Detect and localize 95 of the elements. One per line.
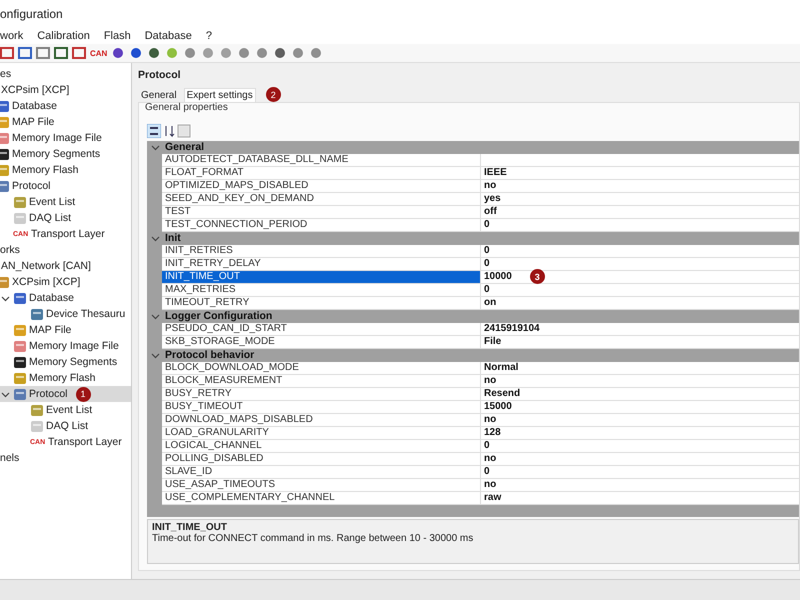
property-name[interactable]: LOAD_GRANULARITY bbox=[162, 426, 481, 440]
tree-item[interactable]: Transport Layer bbox=[48, 436, 122, 448]
chevron-icon[interactable] bbox=[1, 390, 10, 398]
chevron-icon[interactable] bbox=[1, 294, 10, 302]
property-name[interactable]: SKB_STORAGE_MODE bbox=[162, 336, 481, 349]
node-icon bbox=[13, 388, 27, 400]
tree-item[interactable]: Database bbox=[12, 100, 57, 112]
tree-item[interactable]: Event List bbox=[46, 404, 92, 416]
tree-item[interactable]: Database bbox=[29, 292, 74, 304]
property-name[interactable]: BUSY_RETRY bbox=[162, 388, 481, 401]
tree-item[interactable]: es bbox=[0, 68, 12, 80]
tree-item[interactable]: MAP File bbox=[12, 116, 54, 128]
property-name[interactable]: SLAVE_ID bbox=[162, 466, 481, 479]
menu-item[interactable]: ? bbox=[206, 30, 212, 42]
property-name[interactable]: INIT_RETRY_DELAY bbox=[162, 258, 481, 271]
property-name[interactable]: POLLING_DISABLED bbox=[162, 452, 481, 466]
tree-item[interactable]: Memory Flash bbox=[29, 372, 96, 384]
sort-icon[interactable] bbox=[163, 124, 175, 138]
step-badge: 2 bbox=[266, 87, 281, 102]
tree-item[interactable]: MAP File bbox=[29, 324, 72, 336]
tree-item[interactable]: Transport Layer bbox=[31, 228, 105, 240]
property-name[interactable]: LOGICAL_CHANNEL bbox=[162, 440, 481, 453]
property-name[interactable]: BLOCK_DOWNLOAD_MODE bbox=[162, 362, 481, 375]
property-name[interactable]: TIMEOUT_RETRY bbox=[162, 296, 481, 310]
toolbar-icon[interactable] bbox=[129, 47, 144, 59]
category-header[interactable]: Init bbox=[165, 232, 181, 244]
tree-item[interactable]: Event List bbox=[29, 196, 76, 208]
category-header[interactable]: Logger Configuration bbox=[165, 310, 272, 322]
tree-item[interactable]: AN_Network [CAN] bbox=[1, 260, 91, 272]
tree-item[interactable]: orks bbox=[0, 244, 20, 256]
property-name[interactable]: USE_COMPLEMENTARY_CHANNEL bbox=[162, 492, 481, 505]
property-name[interactable]: OPTIMIZED_MAPS_DISABLED bbox=[162, 180, 481, 193]
tree-item[interactable]: XCPsim [XCP] bbox=[12, 276, 80, 288]
property-name[interactable]: SEED_AND_KEY_ON_DEMAND bbox=[162, 192, 481, 206]
property-name[interactable]: AUTODETECT_DATABASE_DLL_NAME bbox=[162, 154, 481, 167]
menu-item[interactable]: Flash bbox=[104, 30, 131, 42]
property-name[interactable]: TEST_CONNECTION_PERIOD bbox=[162, 218, 481, 232]
tree-item[interactable]: Memory Segments bbox=[12, 148, 100, 160]
toolbar-icon[interactable] bbox=[273, 47, 288, 59]
description-text: Time-out for CONNECT command in ms. Range between 10 - 30000 ms bbox=[152, 532, 474, 544]
step-badge: 3 bbox=[530, 269, 545, 284]
category-header[interactable]: General bbox=[165, 141, 204, 154]
group-title: General properties bbox=[145, 102, 228, 113]
toolbar-icon[interactable] bbox=[291, 47, 306, 59]
toolbar-icon[interactable] bbox=[183, 47, 198, 59]
category-header[interactable]: Protocol behavior bbox=[165, 349, 254, 362]
tree-item[interactable]: Protocol bbox=[12, 180, 51, 192]
property-name[interactable]: BUSY_TIMEOUT bbox=[162, 400, 481, 414]
panel-title: Protocol bbox=[138, 69, 182, 81]
node-icon bbox=[30, 308, 44, 320]
description-title: INIT_TIME_OUT bbox=[152, 522, 228, 533]
tree-item[interactable]: Memory Image File bbox=[12, 132, 102, 144]
property-name[interactable]: DOWNLOAD_MAPS_DISABLED bbox=[162, 414, 481, 427]
menu-item[interactable]: work bbox=[0, 30, 24, 42]
toolbar-icon[interactable] bbox=[54, 47, 68, 59]
toolbar-icon[interactable] bbox=[237, 47, 252, 59]
menu-item[interactable]: Database bbox=[144, 30, 192, 42]
tab[interactable]: Expert settings bbox=[184, 88, 256, 102]
tree-item[interactable]: Memory Segments bbox=[29, 356, 118, 368]
property-name[interactable]: TEST bbox=[162, 206, 481, 219]
node-icon bbox=[13, 372, 27, 384]
property-name[interactable]: INIT_RETRIES bbox=[162, 244, 481, 258]
toolbar-icon[interactable] bbox=[147, 47, 162, 59]
tree-item[interactable]: Device Thesauru bbox=[46, 308, 126, 320]
property-name[interactable]: USE_ASAP_TIMEOUTS bbox=[162, 478, 481, 492]
menu-item[interactable]: Calibration bbox=[37, 30, 90, 42]
tab[interactable]: General bbox=[138, 88, 180, 102]
property-name[interactable]: MAX_RETRIES bbox=[162, 284, 481, 297]
page-icon bbox=[13, 212, 27, 224]
toolbar-icon[interactable] bbox=[72, 47, 86, 59]
tree-item[interactable]: nels bbox=[0, 452, 20, 464]
toolbar-icon[interactable] bbox=[255, 47, 270, 59]
property-name[interactable]: FLOAT_FORMAT bbox=[162, 166, 481, 180]
node-icon bbox=[13, 340, 27, 352]
toolbar-icon[interactable] bbox=[36, 47, 50, 59]
tree-item[interactable]: Memory Flash bbox=[12, 164, 79, 176]
property-name[interactable]: PSEUDO_CAN_ID_START bbox=[162, 322, 481, 336]
selected-row-highlight[interactable]: Protocol 1 bbox=[0, 386, 131, 402]
toolbar-icon[interactable] bbox=[0, 47, 14, 59]
categorized-icon[interactable] bbox=[147, 124, 161, 138]
tree-item[interactable]: Protocol bbox=[29, 388, 68, 400]
window-title: onfiguration bbox=[0, 7, 63, 21]
tree-item[interactable]: DAQ List bbox=[29, 212, 72, 224]
tree-item[interactable]: DAQ List bbox=[46, 420, 88, 432]
toolbar-icon[interactable] bbox=[111, 47, 126, 59]
can-toolbar-button[interactable]: CAN bbox=[90, 48, 108, 58]
page-icon bbox=[30, 420, 44, 432]
tree-item[interactable]: XCPsim [XCP] bbox=[1, 84, 70, 96]
step-badge: 1 bbox=[76, 386, 91, 402]
property-name[interactable]: INIT_TIME_OUT bbox=[162, 270, 481, 284]
property-value[interactable]: raw bbox=[481, 492, 799, 505]
toolbar-icon[interactable] bbox=[309, 47, 324, 59]
tree-item[interactable]: Memory Image File bbox=[29, 340, 119, 352]
property-name[interactable]: BLOCK_MEASUREMENT bbox=[162, 374, 481, 388]
toolbar-icon[interactable] bbox=[18, 47, 32, 59]
